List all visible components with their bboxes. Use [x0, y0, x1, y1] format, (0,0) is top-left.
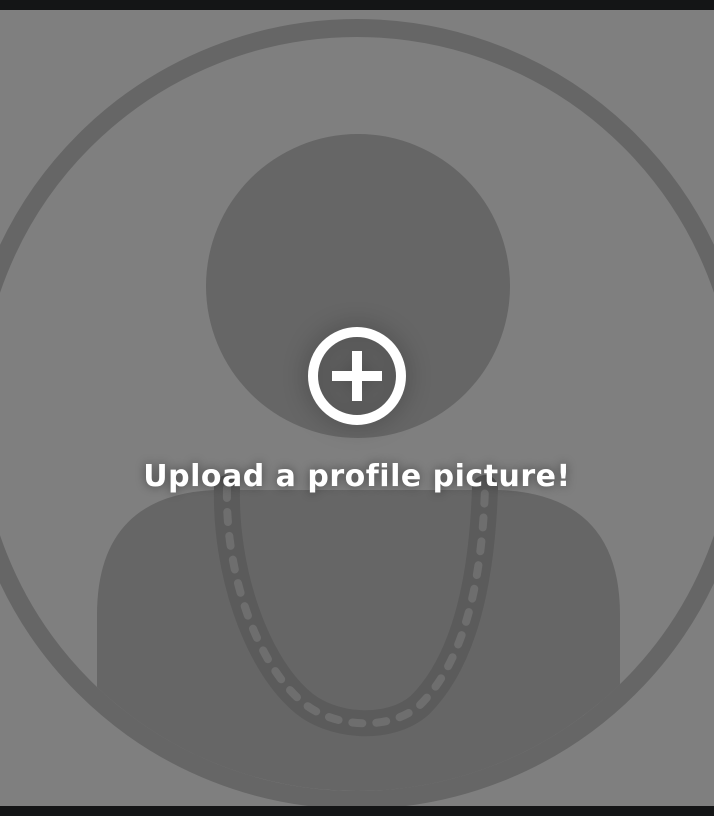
profile-picture-panel[interactable]: Upload a profile picture! — [0, 10, 714, 806]
upload-label[interactable]: Upload a profile picture! — [143, 459, 570, 494]
plus-circle-icon[interactable] — [306, 325, 408, 427]
upload-profile-picture-button[interactable]: Upload a profile picture! — [0, 325, 714, 515]
